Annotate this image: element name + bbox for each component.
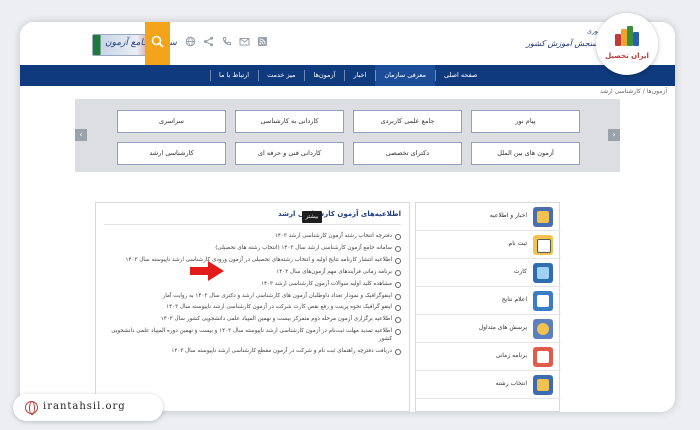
registration-icon xyxy=(533,235,553,255)
announcement-link[interactable]: دفترچه انتخاب رشته آزمون کارشناسی ارشد ۱… xyxy=(106,233,401,241)
announcement-link[interactable]: اطلاعیه انتشار کارنامه نتایج اولیه و انت… xyxy=(106,257,401,265)
sidebar-item-selection[interactable]: انتخاب رشته xyxy=(416,371,561,399)
nav-about[interactable]: معرفی سازمان xyxy=(375,65,435,86)
selection-icon xyxy=(533,375,553,395)
globe-icon[interactable] xyxy=(185,36,196,47)
mail-icon[interactable] xyxy=(239,36,250,47)
search-icon xyxy=(151,35,164,48)
announcement-link[interactable]: برنامه زمانی فرآیندهای مهم آزمون‌های سال… xyxy=(106,269,401,277)
header-icon-bar xyxy=(185,36,268,47)
breadcrumb: آزمون‌ها / کارشناسی ارشد xyxy=(599,88,667,95)
announcement-link[interactable]: اینفوگرافیک و نمودار تعداد داوطلبان آزمو… xyxy=(106,293,401,300)
faq-icon xyxy=(533,319,553,339)
nav-exams[interactable]: آزمون‌ها xyxy=(304,65,344,86)
sidebar-item-label: اخبار و اطلاعیه xyxy=(489,212,527,219)
globe-icon xyxy=(25,401,38,415)
exam-categories: پیام نور جامع علمی کاربردی کاردانی به کا… xyxy=(75,99,620,172)
nav-home[interactable]: صفحه اصلی xyxy=(434,65,486,86)
sidebar-item-label: پرسش های متداول xyxy=(478,324,527,331)
announcement-list: دفترچه انتخاب رشته آزمون کارشناسی ارشد ۱… xyxy=(106,233,401,359)
announcement-link[interactable]: مشاهده کلید اولیه سوالات آزمون کارشناسی … xyxy=(106,281,401,289)
announcement-link[interactable]: اطلاعیه تمدید مهلت ثبت‌نام در آزمون کارش… xyxy=(106,328,401,343)
chevron-left-icon[interactable]: ‹ xyxy=(75,129,87,141)
sidebar-item-label: برنامه زمانی xyxy=(495,352,527,359)
website-url: irantahsil.org xyxy=(43,401,126,412)
category-associate-to-bachelor[interactable]: کاردانی به کارشناسی xyxy=(235,110,344,133)
announcements-title: اطلاعیه‌های آزمون کارشناسی ارشد xyxy=(278,210,401,218)
phone-icon[interactable] xyxy=(221,36,232,47)
news-icon xyxy=(533,207,553,227)
sidebar-item-results[interactable]: اعلام نتایج xyxy=(416,287,561,315)
nav-service-desk[interactable]: میز خدمت xyxy=(258,65,304,86)
card-icon xyxy=(533,263,553,283)
category-applied-science[interactable]: جامع علمی کاربردی xyxy=(353,110,462,133)
category-phd[interactable]: دکترای تخصصی xyxy=(353,142,462,165)
announcement-link[interactable]: سامانه جامع آزمون کارشناسی ارشد سال ۱۴۰۳… xyxy=(106,245,401,253)
sidebar-item-card[interactable]: کارت xyxy=(416,259,561,287)
website-url-badge: irantahsil.org xyxy=(13,394,163,421)
more-button[interactable]: بیشتر xyxy=(302,211,322,223)
share-icon[interactable] xyxy=(203,36,214,47)
divider xyxy=(104,224,401,225)
category-payam-noor[interactable]: پیام نور xyxy=(471,110,580,133)
main-nav: صفحه اصلی معرفی سازمان اخبار آزمون‌ها می… xyxy=(20,65,675,86)
nav-contact[interactable]: ارتباط با ما xyxy=(210,65,258,86)
book-logo-icon xyxy=(615,26,639,46)
category-masters[interactable]: کارشناسی ارشد xyxy=(117,142,226,165)
exam-sidebar: اخبار و اطلاعیه ثبت نام کارت اعلام نتایج… xyxy=(415,202,561,412)
chevron-right-icon[interactable]: › xyxy=(608,129,620,141)
browser-frame: سامانه جامع آزمون سازمان سنجش آموزش کشور… xyxy=(20,22,675,412)
category-national[interactable]: سراسری xyxy=(117,110,226,133)
announcement-link[interactable]: اطلاعیه برگزاری آزمون مرحله دوم متمرکز ب… xyxy=(106,316,401,324)
sidebar-item-schedule[interactable]: برنامه زمانی xyxy=(416,343,561,371)
category-international[interactable]: آزمون های بین الملل xyxy=(471,142,580,165)
sidebar-item-label: انتخاب رشته xyxy=(495,380,527,387)
brand-name: ایران تحصیل xyxy=(605,52,649,60)
brand-badge: ایران تحصیل xyxy=(596,13,658,75)
sidebar-item-registration[interactable]: ثبت نام xyxy=(416,231,561,259)
sidebar-item-news[interactable]: اخبار و اطلاعیه xyxy=(416,203,561,231)
nav-news[interactable]: اخبار xyxy=(344,65,375,86)
category-technical-vocational[interactable]: کاردانی فنی و حرفه ای xyxy=(235,142,344,165)
sidebar-item-faq[interactable]: پرسش های متداول xyxy=(416,315,561,343)
rss-icon[interactable] xyxy=(257,36,268,47)
announcement-link[interactable]: دریافت دفترچه راهنمای ثبت نام و شرکت در … xyxy=(106,348,401,355)
calendar-icon xyxy=(533,347,553,367)
announcement-link[interactable]: اینفو گرافیک نحوه پرینت و رفع نقص کارت ش… xyxy=(106,304,401,312)
site-header: سامانه جامع آزمون سازمان سنجش آموزش کشور xyxy=(20,22,675,65)
sidebar-item-label: ثبت نام xyxy=(508,240,528,247)
search-button[interactable] xyxy=(145,22,170,65)
announcements-panel: اطلاعیه‌های آزمون کارشناسی ارشد دفترچه ا… xyxy=(95,202,410,412)
results-icon xyxy=(533,291,553,311)
sidebar-item-label: کارت xyxy=(513,268,527,275)
red-arrow-icon xyxy=(190,261,224,281)
sidebar-item-label: اعلام نتایج xyxy=(501,296,527,303)
